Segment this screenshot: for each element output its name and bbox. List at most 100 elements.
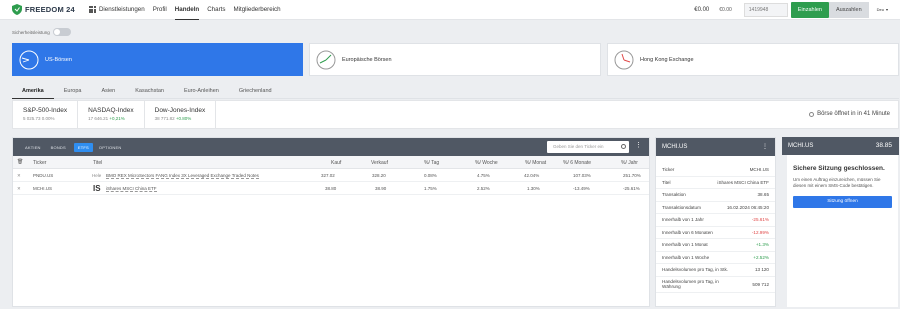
deposit-button[interactable]: Einzahlen (790, 2, 829, 18)
brand-logo[interactable]: FREEDOM 24 (12, 4, 75, 15)
detail-row: Transaktionsdatum 16.02.2024 06:45:20 (656, 202, 775, 214)
table-row[interactable]: ✕ MCHI.US IS iShares MSCI China ETF 38.8… (13, 182, 649, 195)
order-price: 38.85 (875, 142, 892, 149)
brand-name: FREEDOM 24 (25, 5, 75, 14)
row-title[interactable]: BMO REX MicroSectors FANG Index 3X Lever… (106, 173, 259, 179)
detail-key: Innerhalb von 1 Jahr (662, 217, 704, 222)
market-status-text: Börse öffnet in in 41 Minute (817, 111, 890, 117)
row-tag: 1.75% (424, 186, 437, 191)
tab-griechenland[interactable]: Griechenland (229, 84, 282, 99)
detail-row: Innerhalb von 1 Jahr -25.61% (656, 214, 775, 227)
tab-amerika[interactable]: Amerika (12, 84, 54, 99)
exchange-card-hongkong[interactable]: Hong Kong Exchange (607, 43, 899, 76)
col-jahr[interactable]: %/ Jahr (621, 160, 638, 166)
status-ring-icon (809, 111, 815, 117)
search-icon-wrap[interactable] (617, 141, 629, 153)
nav-charts[interactable]: Charts (207, 0, 225, 20)
tab-asien[interactable]: Asien (91, 84, 125, 99)
detail-value: +1.3% (755, 242, 769, 247)
nav-dienstleistungen[interactable]: Dienstleistungen (99, 0, 145, 20)
open-session-button[interactable]: Sitzung öffnen (793, 196, 892, 208)
col-sechs-monate[interactable]: %/ 6 Monate (563, 160, 591, 166)
row-kauf[interactable]: 38.80 (325, 186, 336, 191)
row-jahr: -25.61% (623, 186, 640, 191)
index-bar: S&P-500-Index 5 025.73 0.00% NASDAQ-Inde… (12, 100, 899, 129)
exchange-card-europe[interactable]: Europäische Börsen (309, 43, 601, 76)
detail-value: -25.61% (751, 217, 769, 222)
detail-row: Ticker MCHI.US (656, 164, 775, 177)
detail-key: Transaktion (662, 192, 686, 197)
col-woche[interactable]: %/ Woche (475, 160, 498, 166)
col-ticker[interactable]: Ticker (33, 160, 46, 166)
nav-mitgliederbereich[interactable]: Mitgliederbereich (233, 0, 280, 20)
clock-icon (316, 50, 336, 69)
row-jahr: 251.70% (623, 173, 641, 178)
nav-handeln[interactable]: Handeln (174, 0, 200, 20)
main-nav: Dienstleistungen Profil Handeln Charts M… (99, 0, 289, 20)
index-value: 5 025.73 (23, 115, 41, 121)
tab-etfs[interactable]: ETFS (73, 142, 93, 152)
row-ticker[interactable]: PNDU.US (33, 173, 53, 178)
exchange-label: Europäische Börsen (342, 56, 392, 63)
tab-bonds[interactable]: BONDS (47, 143, 70, 152)
detail-key: Innerhalb von 6 Monaten (662, 229, 713, 235)
more-options-icon[interactable]: ⋮ (762, 138, 768, 156)
order-header: MCHI.US 38.85 (782, 137, 899, 155)
row-woche: 2.52% (477, 186, 490, 191)
session-text: Um einen Auftrag einzureichen, müssen Si… (793, 177, 881, 188)
session-title: Sichere Sitzung geschlossen. (793, 165, 885, 172)
tab-aktien[interactable]: AKTIEN (21, 143, 45, 152)
more-options-icon[interactable]: ⋮ (635, 142, 642, 150)
chevron-down-icon: ▾ (885, 7, 888, 12)
row-kauf[interactable]: 327.02 (321, 173, 335, 178)
remove-icon[interactable]: ✕ (17, 173, 21, 179)
detail-header: MCHI.US ⋮ (656, 138, 775, 156)
remove-icon[interactable]: ✕ (17, 186, 21, 192)
col-kauf[interactable]: Kauf (331, 160, 341, 166)
detail-value: 13 120 (754, 267, 769, 272)
row-ticker[interactable]: MCHI.US (33, 186, 52, 191)
nav-profil[interactable]: Profil (153, 0, 167, 20)
detail-value: MCHI.US (749, 167, 769, 172)
detail-key: Innerhalb von 1 Monat (662, 242, 708, 247)
account-balance-secondary: €0.00 (719, 7, 732, 13)
row-title[interactable]: iShares MSCI China ETF (106, 186, 157, 192)
col-monat[interactable]: %/ Monat (525, 160, 546, 166)
clock-icon (614, 50, 634, 69)
detail-row: Titel iShares MSCI China ETF (656, 177, 775, 189)
col-titel[interactable]: Titel (93, 160, 102, 166)
index-change: +0,21% (109, 115, 125, 121)
watchlist-column-headers: 🗑 Ticker Titel Kauf Verkauf %/ Tag %/ Wo… (13, 156, 649, 169)
region-tabs: Amerika Europa Asien Kasachstan Euro-Anl… (12, 84, 899, 99)
detail-value: 38.65 (757, 192, 770, 197)
row-woche: 4.75% (477, 173, 490, 178)
index-sp500[interactable]: S&P-500-Index 5 025.73 0.00% (13, 100, 79, 129)
security-row: Sicherheitsleistung (12, 28, 71, 36)
language-select[interactable]: Deu ▾ (875, 7, 888, 13)
row-verkauf[interactable]: 328.20 (372, 173, 386, 178)
exchange-label: US-Börsen (45, 56, 72, 63)
tab-euro-anleihen[interactable]: Euro-Anleihen (174, 84, 229, 99)
security-toggle[interactable] (52, 28, 71, 36)
index-value: 38 771.82 (154, 115, 175, 121)
exchange-card-us[interactable]: US-Börsen (12, 43, 303, 76)
index-nasdaq[interactable]: NASDAQ-Index 17 646.21 +0,21% (78, 100, 145, 129)
withdraw-button[interactable]: Auszahlen (828, 2, 869, 18)
order-title: MCHI.US (788, 143, 814, 149)
trash-icon[interactable]: 🗑 (17, 159, 23, 165)
index-dowjones[interactable]: Dow-Jones-Index 38 771.82 +0.80% (145, 100, 217, 129)
account-select[interactable]: 1419948 (743, 3, 788, 17)
detail-row: Innerhalb von 6 Monaten -12.99% (656, 227, 775, 239)
tab-kasachstan[interactable]: Kasachstan (125, 84, 174, 99)
table-row[interactable]: ✕ PNDU.US Hele BMO REX MicroSectors FANG… (13, 169, 649, 182)
detail-value: +2.52% (753, 254, 769, 260)
clock-icon (19, 50, 39, 69)
search-icon (621, 144, 626, 149)
index-name: Dow-Jones-Index (154, 106, 206, 114)
tab-optionen[interactable]: OPTIONEN (95, 143, 126, 152)
row-verkauf[interactable]: 38.90 (375, 186, 386, 191)
tab-europa[interactable]: Europa (54, 84, 92, 99)
col-tag[interactable]: %/ Tag (424, 160, 439, 166)
col-verkauf[interactable]: Verkauf (371, 160, 388, 166)
apps-grid-icon[interactable] (88, 6, 96, 13)
